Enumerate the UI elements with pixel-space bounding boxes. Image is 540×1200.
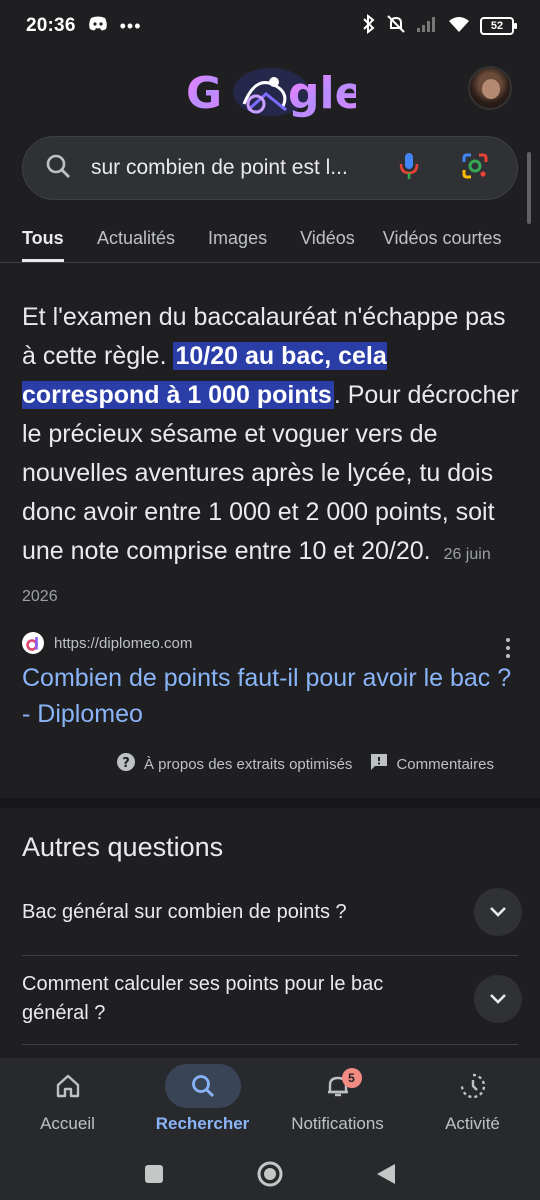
square-icon [145, 1165, 163, 1183]
expand-question-button[interactable] [474, 975, 522, 1023]
google-lens-icon[interactable] [461, 152, 489, 185]
tab-images[interactable]: Images [208, 228, 267, 262]
home-button[interactable] [212, 1160, 328, 1188]
result-source[interactable]: https://diplomeo.com [22, 632, 192, 654]
discord-icon [88, 16, 108, 37]
status-bar: 20:36 ••• 52 [0, 0, 540, 52]
tab-tous[interactable]: Tous [22, 228, 64, 262]
related-questions-title: Autres questions [22, 832, 224, 862]
circle-icon [257, 1161, 283, 1187]
result-url: https://diplomeo.com [54, 634, 193, 652]
recents-button[interactable] [96, 1164, 212, 1184]
clock: 20:36 [26, 15, 76, 36]
bottom-navigation: Accueil Rechercher 5 Notifications Activ… [0, 1058, 540, 1148]
tab-videos-courtes[interactable]: Vidéos courtes [383, 228, 502, 262]
help-icon: ? [116, 752, 136, 776]
signal-icon [416, 15, 438, 38]
user-avatar[interactable] [468, 66, 512, 110]
snippet-meta: ? À propos des extraits optimisés Commen… [116, 752, 494, 776]
back-triangle-icon [377, 1164, 395, 1184]
featured-snippet: Et l'examen du baccalauréat n'échappe pa… [22, 298, 522, 616]
search-icon [191, 1075, 214, 1098]
nav-accueil-label: Accueil [40, 1114, 95, 1133]
google-logo[interactable]: G gle [186, 64, 364, 120]
tabs-divider [0, 262, 540, 263]
microphone-icon[interactable] [399, 151, 419, 186]
battery-indicator: 52 [480, 17, 517, 35]
question-divider [22, 955, 518, 956]
back-button[interactable] [328, 1162, 444, 1186]
related-question-text: Comment calculer ses points pour le bac … [22, 973, 384, 1024]
tab-videos[interactable]: Vidéos [300, 228, 355, 262]
chevron-down-icon [490, 907, 506, 917]
more-options-icon[interactable] [500, 636, 516, 660]
notification-badge: 5 [341, 1068, 362, 1088]
search-bar[interactable]: sur combien de point est l... [22, 136, 518, 200]
search-icon [45, 153, 71, 184]
nav-rechercher[interactable]: Rechercher [135, 1058, 270, 1148]
nav-notifications-label: Notifications [291, 1114, 384, 1133]
feedback-icon [370, 753, 388, 775]
feedback-label: Commentaires [396, 755, 494, 773]
expand-question-button[interactable] [474, 888, 522, 936]
nav-activite-label: Activité [445, 1114, 500, 1133]
result-title-link[interactable]: Combien de points faut-il pour avoir le … [22, 660, 522, 732]
nav-rechercher-label: Rechercher [155, 1114, 250, 1133]
about-snippets-link[interactable]: ? À propos des extraits optimisés [116, 752, 352, 776]
chevron-down-icon [490, 994, 506, 1004]
search-tabs: Tous Actualités Images Vidéos Vidéos cou… [22, 228, 502, 262]
related-question-item[interactable]: Comment calculer ses points pour le bac … [22, 970, 522, 1028]
home-icon [56, 1074, 79, 1098]
search-input[interactable]: sur combien de point est l... [91, 156, 399, 180]
mute-bell-icon [386, 14, 406, 39]
wifi-icon [448, 15, 470, 38]
nav-accueil[interactable]: Accueil [0, 1058, 135, 1148]
more-notifications-icon: ••• [119, 15, 142, 36]
diplomeo-favicon [22, 632, 44, 654]
tab-actualites[interactable]: Actualités [97, 228, 175, 262]
about-snippets-label: À propos des extraits optimisés [144, 755, 353, 773]
svg-text:G: G [186, 68, 222, 119]
feedback-link[interactable]: Commentaires [370, 753, 494, 775]
svg-text:gle: gle [288, 68, 356, 119]
question-divider [22, 1044, 518, 1045]
related-question-item[interactable]: Bac général sur combien de points ? [22, 888, 522, 936]
section-separator [0, 798, 540, 808]
bluetooth-icon [362, 13, 376, 39]
nav-notifications[interactable]: 5 Notifications [270, 1058, 405, 1148]
system-navigation-bar [0, 1148, 540, 1200]
activity-history-icon [460, 1073, 485, 1099]
nav-activite[interactable]: Activité [405, 1058, 540, 1148]
svg-text:?: ? [122, 756, 130, 771]
scroll-indicator [527, 152, 531, 224]
related-question-text: Bac général sur combien de points ? [22, 900, 347, 923]
